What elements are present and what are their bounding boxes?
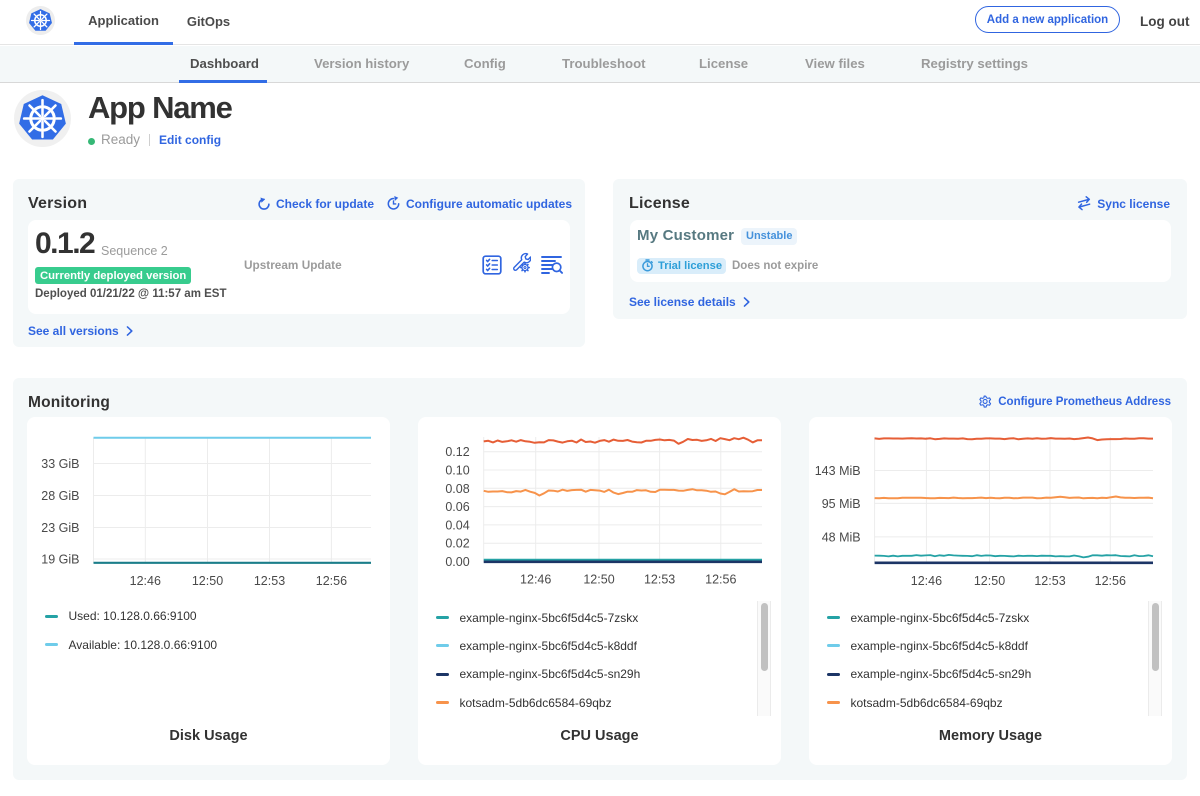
svg-text:0.04: 0.04 <box>445 518 469 532</box>
svg-text:12:46: 12:46 <box>911 574 942 588</box>
svg-text:0.12: 0.12 <box>445 445 469 459</box>
svg-text:12:46: 12:46 <box>130 574 161 588</box>
svg-text:12:53: 12:53 <box>254 574 285 588</box>
svg-text:0.06: 0.06 <box>445 500 469 514</box>
svg-text:23 GiB: 23 GiB <box>41 521 79 535</box>
svg-text:12:56: 12:56 <box>1095 574 1126 588</box>
svg-text:12:50: 12:50 <box>974 574 1005 588</box>
svg-text:12:56: 12:56 <box>316 574 347 588</box>
svg-text:0.10: 0.10 <box>445 464 469 478</box>
svg-text:48 MiB: 48 MiB <box>822 530 861 544</box>
svg-text:143 MiB: 143 MiB <box>815 464 861 478</box>
svg-text:95 MiB: 95 MiB <box>822 497 861 511</box>
svg-text:0.08: 0.08 <box>445 482 469 496</box>
svg-text:33 GiB: 33 GiB <box>41 457 79 471</box>
svg-text:0.00: 0.00 <box>445 555 469 569</box>
svg-text:19 GiB: 19 GiB <box>41 553 79 567</box>
svg-text:12:46: 12:46 <box>520 573 551 587</box>
svg-text:12:56: 12:56 <box>705 573 736 587</box>
svg-text:12:50: 12:50 <box>583 573 614 587</box>
svg-text:12:50: 12:50 <box>192 574 223 588</box>
svg-text:28 GiB: 28 GiB <box>41 489 79 503</box>
svg-text:12:53: 12:53 <box>644 573 675 587</box>
svg-text:0.02: 0.02 <box>445 537 469 551</box>
svg-text:12:53: 12:53 <box>1034 574 1065 588</box>
